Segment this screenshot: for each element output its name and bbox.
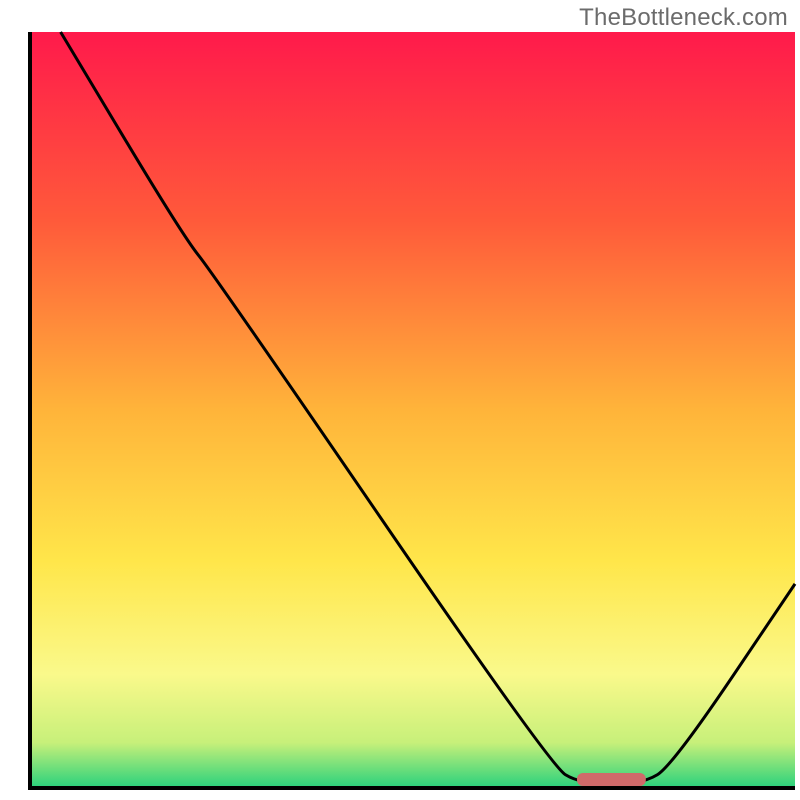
optimal-marker	[577, 773, 646, 786]
bottleneck-chart	[0, 0, 800, 800]
gradient-background	[30, 32, 795, 788]
plot-area	[30, 32, 795, 788]
chart-container: TheBottleneck.com	[0, 0, 800, 800]
watermark-text: TheBottleneck.com	[579, 4, 788, 32]
